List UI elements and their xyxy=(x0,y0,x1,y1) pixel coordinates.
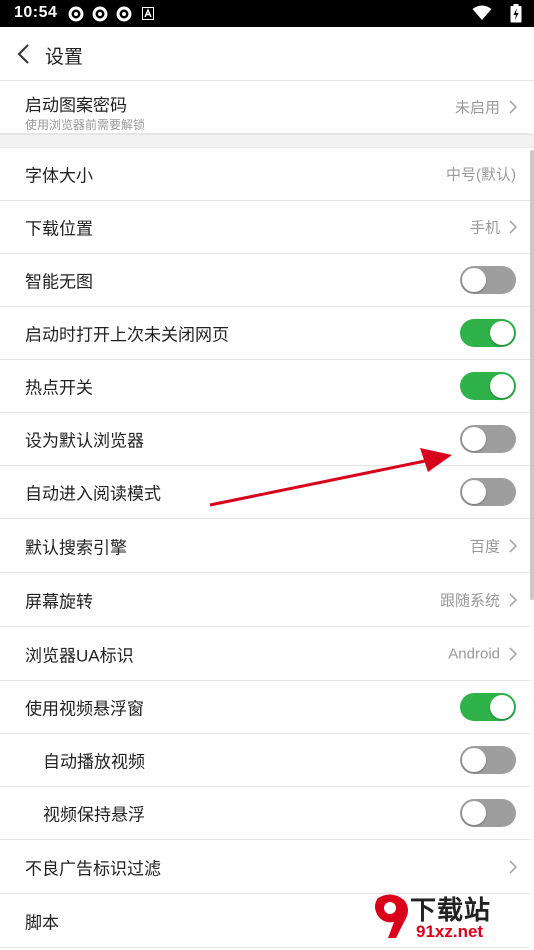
setting-label: 视频保持悬浮 xyxy=(43,805,145,825)
setting-label: 智能无图 xyxy=(25,272,93,292)
chevron-right-icon xyxy=(509,647,518,661)
notification-icon xyxy=(92,6,108,22)
toggle-switch[interactable] xyxy=(460,372,516,400)
section-divider xyxy=(0,134,534,148)
chevron-right-icon xyxy=(509,100,518,114)
setting-row-user-agent[interactable]: 浏览器UA标识 Android xyxy=(0,628,530,681)
setting-row-autoplay-video: 自动播放视频 xyxy=(0,734,530,787)
setting-row-default-browser: 设为默认浏览器 xyxy=(0,413,530,466)
back-arrow-icon[interactable] xyxy=(14,42,34,66)
toggle-knob xyxy=(490,321,514,345)
toggle-switch[interactable] xyxy=(460,799,516,827)
chevron-right-icon xyxy=(509,593,518,607)
setting-label: 浏览器UA标识 xyxy=(25,646,134,666)
watermark-url: 91xz.net xyxy=(416,922,484,941)
page-title: 设置 xyxy=(45,47,84,68)
setting-row-smart-no-image: 智能无图 xyxy=(0,254,530,307)
toggle-switch[interactable] xyxy=(460,319,516,347)
setting-row-restore-tabs: 启动时打开上次未关闭网页 xyxy=(0,307,530,360)
setting-label: 使用视频悬浮窗 xyxy=(25,699,144,719)
status-bar: 10:54 xyxy=(0,0,534,27)
setting-row-hotspot: 热点开关 xyxy=(0,360,530,413)
setting-row-screen-rotation[interactable]: 屏幕旋转 跟随系统 xyxy=(0,574,530,627)
notification-icon xyxy=(116,6,132,22)
app-header: 设置 xyxy=(0,27,534,81)
setting-row-ad-filter[interactable]: 不良广告标识过滤 xyxy=(0,841,530,894)
chevron-right-icon xyxy=(509,860,518,874)
setting-value: 中号(默认) xyxy=(446,166,516,184)
toggle-knob xyxy=(490,695,514,719)
pattern-lock-description: 使用浏览器前需要解锁 xyxy=(25,118,146,132)
setting-row-keep-video-float: 视频保持悬浮 xyxy=(0,787,530,840)
scrollbar[interactable] xyxy=(530,150,534,600)
setting-label: 屏幕旋转 xyxy=(25,592,93,612)
toggle-switch[interactable] xyxy=(460,478,516,506)
pattern-lock-row[interactable]: 启动图案密码 使用浏览器前需要解锁 未启用 xyxy=(0,81,530,134)
setting-row-download-location[interactable]: 下载位置 手机 xyxy=(0,201,530,254)
setting-label: 脚本 xyxy=(25,913,59,933)
chevron-right-icon xyxy=(509,220,518,234)
chevron-right-icon xyxy=(509,539,518,553)
watermark-logo xyxy=(375,894,408,938)
toggle-knob xyxy=(462,268,486,292)
setting-value: 手机 xyxy=(469,219,500,237)
setting-label: 启动时打开上次未关闭网页 xyxy=(25,325,229,345)
app-a-icon xyxy=(142,7,154,20)
setting-label: 自动播放视频 xyxy=(43,752,145,772)
toggle-switch[interactable] xyxy=(460,693,516,721)
pattern-lock-label: 启动图案密码 xyxy=(25,96,127,115)
setting-label: 热点开关 xyxy=(25,378,93,398)
toggle-switch[interactable] xyxy=(460,746,516,774)
toggle-knob xyxy=(462,480,486,504)
watermark: 下载站 91xz.net xyxy=(370,888,530,948)
status-time: 10:54 xyxy=(14,4,58,21)
toggle-knob xyxy=(462,748,486,772)
setting-row-video-float: 使用视频悬浮窗 xyxy=(0,681,530,734)
setting-value: 跟随系统 xyxy=(439,592,500,610)
toggle-switch[interactable] xyxy=(460,425,516,453)
setting-label: 字体大小 xyxy=(25,166,93,186)
setting-row-font-size[interactable]: 字体大小 中号(默认) xyxy=(0,148,530,201)
notification-icon xyxy=(68,6,84,22)
setting-value: Android xyxy=(448,645,500,663)
toggle-knob xyxy=(490,374,514,398)
setting-label: 下载位置 xyxy=(25,219,93,239)
pattern-lock-value: 未启用 xyxy=(454,99,500,117)
setting-label: 自动进入阅读模式 xyxy=(25,484,161,504)
setting-row-search-engine[interactable]: 默认搜索引擎 百度 xyxy=(0,520,530,573)
toggle-knob xyxy=(462,427,486,451)
wifi-icon xyxy=(472,5,492,20)
setting-label: 设为默认浏览器 xyxy=(25,431,144,451)
toggle-knob xyxy=(462,801,486,825)
setting-row-auto-reader-mode: 自动进入阅读模式 xyxy=(0,466,530,519)
battery-icon xyxy=(510,4,522,23)
setting-label: 默认搜索引擎 xyxy=(25,538,127,558)
setting-label: 不良广告标识过滤 xyxy=(25,859,161,879)
toggle-switch[interactable] xyxy=(460,266,516,294)
setting-value: 百度 xyxy=(469,538,500,556)
